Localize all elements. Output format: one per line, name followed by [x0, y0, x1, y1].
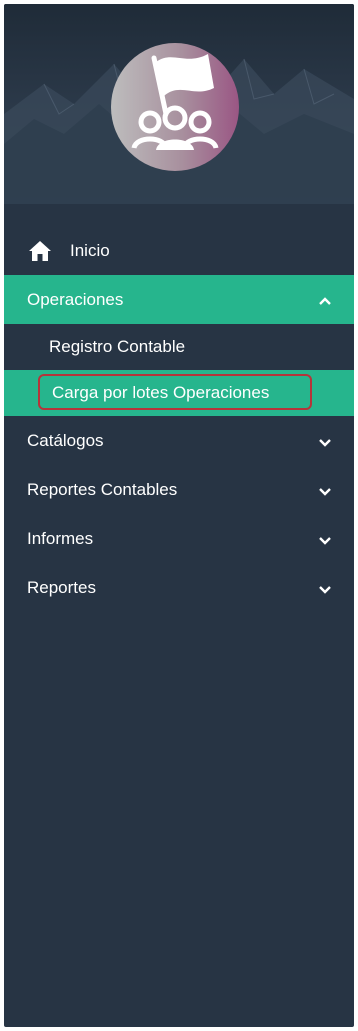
nav-subitem-label: Carga por lotes Operaciones: [52, 383, 270, 402]
nav-item-reportes[interactable]: Reportes: [4, 563, 354, 612]
chevron-up-icon: [318, 293, 332, 307]
home-icon: [28, 240, 52, 262]
nav-item-label: Informes: [27, 528, 94, 548]
app-logo: [110, 42, 240, 172]
navigation-menu: Inicio Operaciones Registro Contable Car…: [4, 226, 354, 612]
group-flag-logo-icon: [111, 43, 239, 171]
nav-item-catalogos[interactable]: Catálogos: [4, 416, 354, 465]
nav-item-operaciones[interactable]: Operaciones: [4, 275, 354, 324]
chevron-down-icon: [318, 532, 332, 546]
chevron-down-icon: [318, 483, 332, 497]
nav-item-label: Reportes: [27, 577, 96, 597]
nav-item-inicio[interactable]: Inicio: [4, 226, 354, 275]
nav-subitem-label: Registro Contable: [49, 337, 186, 356]
nav-item-reportes-contables[interactable]: Reportes Contables: [4, 465, 354, 514]
sidebar-header-banner: [4, 4, 354, 204]
nav-item-label: Reportes Contables: [27, 479, 178, 499]
chevron-down-icon: [318, 581, 332, 595]
nav-subitem-registro-contable[interactable]: Registro Contable: [4, 324, 354, 370]
nav-item-label: Catálogos: [27, 430, 104, 450]
nav-item-label: Inicio: [70, 240, 110, 260]
chevron-down-icon: [318, 434, 332, 448]
nav-item-informes[interactable]: Informes: [4, 514, 354, 563]
nav-item-label: Operaciones: [27, 289, 124, 309]
sidebar: Inicio Operaciones Registro Contable Car…: [4, 4, 354, 1027]
nav-subitem-carga-por-lotes[interactable]: Carga por lotes Operaciones: [4, 370, 354, 416]
